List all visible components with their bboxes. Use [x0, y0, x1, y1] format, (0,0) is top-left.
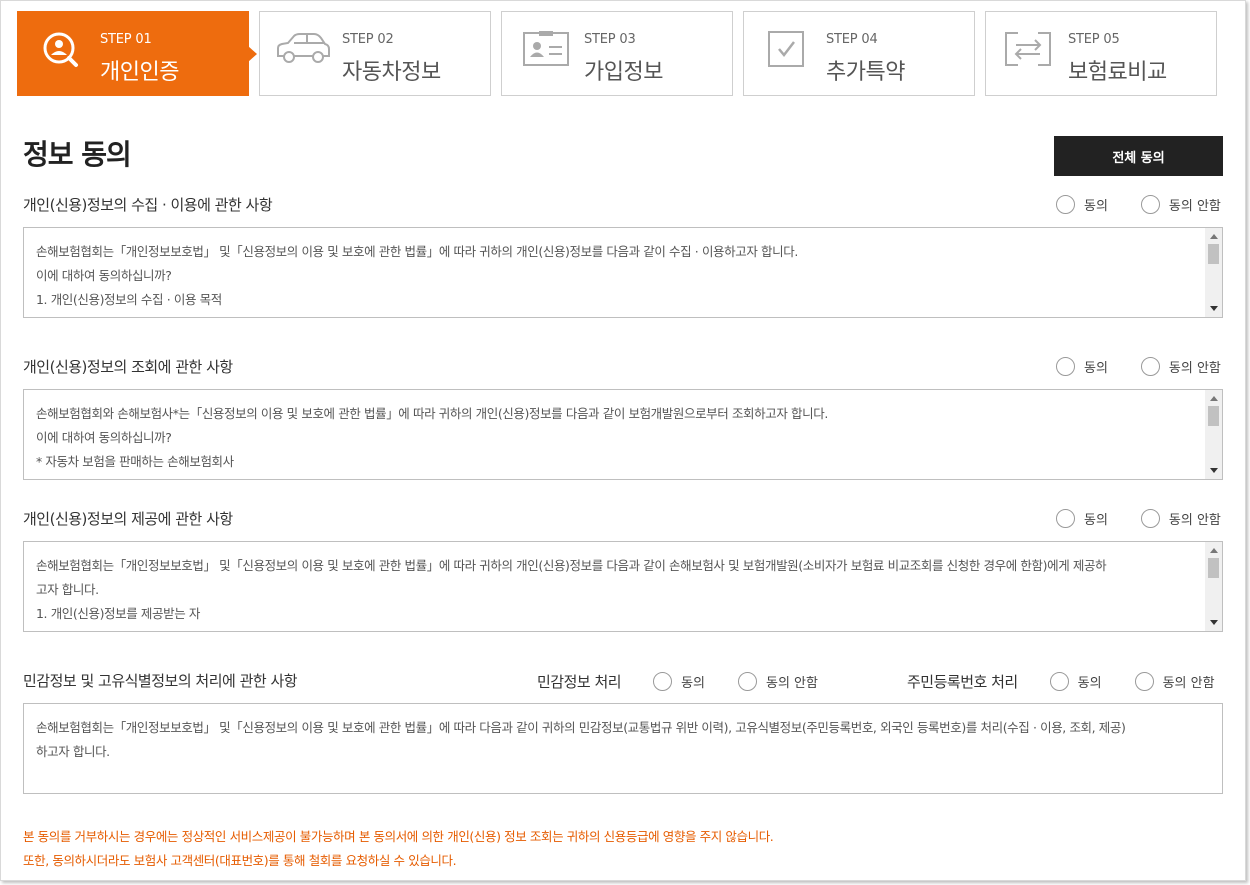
disagree-radio[interactable]: 동의 안함: [1140, 195, 1221, 214]
step-name: 자동차정보: [342, 60, 441, 85]
scroll-up-icon[interactable]: [1210, 396, 1218, 401]
terms-line: 이에 대하여 동의하십니까?: [36, 268, 172, 283]
step-number: STEP 04: [826, 32, 878, 47]
step-05[interactable]: STEP 05 보험료비교: [985, 11, 1217, 96]
step-name: 개인인증: [100, 60, 179, 85]
scrollbar[interactable]: [1205, 390, 1222, 479]
sensitive-info-label: 민감정보 처리: [537, 673, 622, 691]
step-04[interactable]: STEP 04 추가특약: [743, 11, 975, 96]
terms-line: 이에 대하여 동의하십니까?: [36, 430, 172, 445]
checkbox-icon: [758, 29, 816, 69]
radio-circle[interactable]: [1049, 672, 1069, 691]
agree-radio[interactable]: 동의: [1049, 672, 1102, 691]
radio-circle[interactable]: [1056, 357, 1075, 376]
radio-circle[interactable]: [1056, 509, 1075, 528]
radio-label: 동의: [1084, 513, 1108, 528]
compare-arrows-icon: [1000, 29, 1058, 69]
scroll-up-icon[interactable]: [1210, 234, 1218, 239]
terms-line: 1. 개인(신용)정보를 제공받는 자: [36, 606, 201, 621]
step-name: 추가특약: [826, 60, 905, 85]
section-title-provision: 개인(신용)정보의 제공에 관한 사항: [23, 510, 233, 528]
terms-text: 손해보험협회는「개인정보보호법」 및「신용정보의 이용 및 보호에 관한 법률」…: [36, 554, 1200, 626]
car-icon: [274, 29, 332, 69]
terms-line: 하고자 합니다.: [36, 744, 110, 759]
disagree-radio[interactable]: 동의 안함: [1140, 509, 1221, 528]
radio-circle[interactable]: [1056, 195, 1075, 214]
agree-radio[interactable]: 동의: [1056, 195, 1108, 214]
id-card-icon: [516, 29, 574, 69]
search-person-icon: [32, 29, 90, 69]
rrn-label: 주민등록번호 처리: [907, 673, 1018, 691]
scroll-thumb[interactable]: [1208, 244, 1219, 264]
terms-line: 고자 합니다.: [36, 582, 99, 597]
radio-label: 동의: [1084, 199, 1108, 214]
scroll-down-icon[interactable]: [1210, 468, 1218, 473]
terms-textbox-sensitive[interactable]: 손해보험협회는「개인정보보호법」 및「신용정보의 이용 및 보호에 관한 법률」…: [23, 703, 1223, 794]
radio-label: 동의 안함: [1168, 199, 1221, 214]
terms-line: 손해보험협회와 손해보험사*는「신용정보의 이용 및 보호에 관한 법률」에 따…: [36, 406, 828, 421]
scroll-up-icon[interactable]: [1210, 548, 1218, 553]
terms-textbox-provision[interactable]: 손해보험협회는「개인정보보호법」 및「신용정보의 이용 및 보호에 관한 법률」…: [23, 541, 1223, 632]
radio-circle[interactable]: [738, 672, 757, 691]
scroll-thumb[interactable]: [1208, 558, 1219, 578]
disagree-radio[interactable]: 동의 안함: [738, 672, 818, 691]
scroll-down-icon[interactable]: [1210, 306, 1218, 311]
radio-label: 동의: [1084, 361, 1108, 376]
page-frame: STEP 01 개인인증 STEP 02 자동차정보 STEP 03 가입정보 …: [0, 0, 1246, 881]
disagree-radio[interactable]: 동의 안함: [1140, 357, 1221, 376]
agree-radio[interactable]: 동의: [653, 672, 705, 691]
terms-line: 손해보험협회는「개인정보보호법」 및「신용정보의 이용 및 보호에 관한 법률」…: [36, 720, 1126, 735]
radio-label: 동의 안함: [1168, 513, 1221, 528]
step-name: 가입정보: [584, 60, 663, 85]
step-number: STEP 02: [342, 32, 394, 47]
agree-radio[interactable]: 동의: [1056, 509, 1108, 528]
notice-line: 본 동의를 거부하시는 경우에는 정상적인 서비스제공이 불가능하며 본 동의서…: [23, 829, 774, 844]
consent-notice: 본 동의를 거부하시는 경우에는 정상적인 서비스제공이 불가능하며 본 동의서…: [23, 825, 774, 873]
step-03[interactable]: STEP 03 가입정보: [501, 11, 733, 96]
scrollbar[interactable]: [1205, 542, 1222, 631]
agree-all-button[interactable]: 전체 동의: [1054, 136, 1223, 176]
terms-text: 손해보험협회와 손해보험사*는「신용정보의 이용 및 보호에 관한 법률」에 따…: [36, 402, 1200, 474]
consent-radio-group-rrn: 주민등록번호 처리 동의 동의 안함: [907, 671, 1215, 692]
radio-circle[interactable]: [653, 672, 673, 691]
terms-textbox-inquiry[interactable]: 손해보험협회와 손해보험사*는「신용정보의 이용 및 보호에 관한 법률」에 따…: [23, 389, 1223, 480]
terms-text: 손해보험협회는「개인정보보호법」 및「신용정보의 이용 및 보호에 관한 법률」…: [36, 716, 1214, 764]
radio-circle[interactable]: [1140, 509, 1160, 528]
scrollbar[interactable]: [1205, 228, 1222, 317]
terms-line: 1. 개인(신용)정보의 수집 · 이용 목적: [36, 292, 222, 307]
radio-label: 동의: [681, 676, 705, 691]
notice-line: 또한, 동의하시더라도 보험사 고객센터(대표번호)를 통해 철회를 요청하실 …: [23, 853, 457, 868]
agree-radio[interactable]: 동의: [1056, 357, 1108, 376]
consent-radio-group-provision: 동의 동의 안함: [1056, 509, 1221, 528]
radio-label: 동의 안함: [1162, 676, 1215, 691]
radio-label: 동의: [1077, 676, 1102, 691]
disagree-radio[interactable]: 동의 안함: [1134, 672, 1215, 691]
step-progress: STEP 01 개인인증 STEP 02 자동차정보 STEP 03 가입정보 …: [17, 11, 1217, 96]
step-01[interactable]: STEP 01 개인인증: [17, 11, 257, 96]
terms-line: * 자동차 보험을 판매하는 손해보험회사: [36, 454, 234, 469]
scroll-down-icon[interactable]: [1210, 620, 1218, 625]
terms-text: 손해보험협회는「개인정보보호법」 및「신용정보의 이용 및 보호에 관한 법률」…: [36, 240, 1200, 312]
radio-label: 동의 안함: [766, 676, 818, 691]
radio-circle[interactable]: [1134, 672, 1154, 691]
consent-radio-group-sensitive: 민감정보 처리 동의 동의 안함: [537, 671, 818, 692]
step-number: STEP 03: [584, 32, 636, 47]
radio-label: 동의 안함: [1168, 361, 1221, 376]
scroll-thumb[interactable]: [1208, 406, 1219, 426]
consent-radio-group-collection: 동의 동의 안함: [1056, 195, 1221, 214]
terms-line: 손해보험협회는「개인정보보호법」 및「신용정보의 이용 및 보호에 관한 법률」…: [36, 558, 1107, 573]
radio-circle[interactable]: [1140, 195, 1160, 214]
section-title-inquiry: 개인(신용)정보의 조회에 관한 사항: [23, 358, 233, 376]
section-title-collection: 개인(신용)정보의 수집 · 이용에 관한 사항: [23, 196, 273, 214]
page-title: 정보 동의: [23, 138, 132, 171]
section-title-sensitive: 민감정보 및 고유식별정보의 처리에 관한 사항: [23, 672, 298, 690]
consent-radio-group-inquiry: 동의 동의 안함: [1056, 357, 1221, 376]
terms-textbox-collection[interactable]: 손해보험협회는「개인정보보호법」 및「신용정보의 이용 및 보호에 관한 법률」…: [23, 227, 1223, 318]
radio-circle[interactable]: [1140, 357, 1160, 376]
terms-line: 손해보험협회는「개인정보보호법」 및「신용정보의 이용 및 보호에 관한 법률」…: [36, 244, 798, 259]
step-name: 보험료비교: [1068, 60, 1167, 85]
step-number: STEP 05: [1068, 32, 1120, 47]
step-number: STEP 01: [100, 32, 152, 47]
step-02[interactable]: STEP 02 자동차정보: [259, 11, 491, 96]
